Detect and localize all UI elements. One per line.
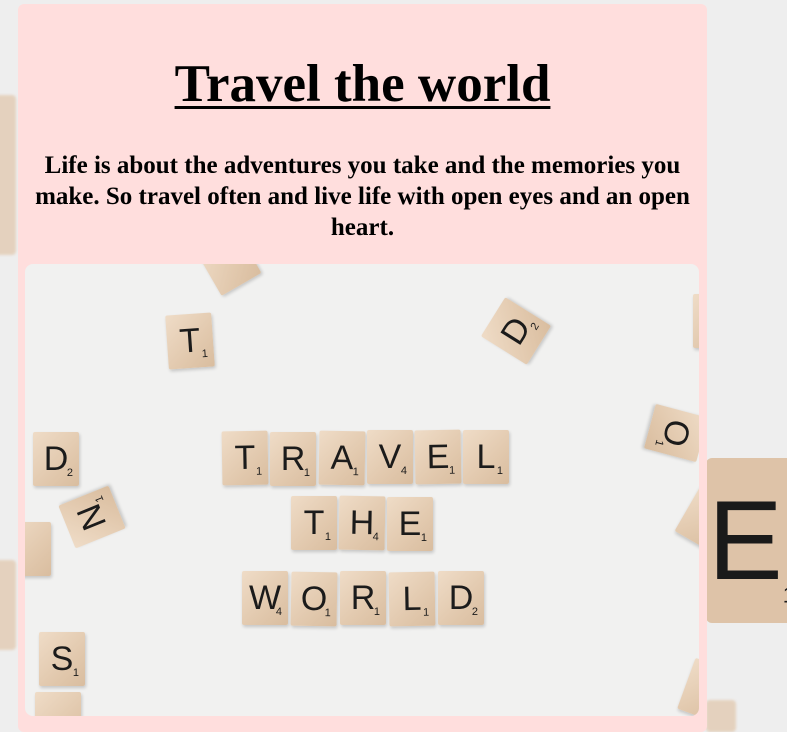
partial-tile bbox=[677, 657, 699, 716]
background-tile bbox=[706, 700, 736, 732]
travel-card: Travel the world Life is about the adven… bbox=[18, 4, 707, 732]
letter-tile: L1 bbox=[388, 571, 436, 627]
travel-quote: Life is about the adventures you take an… bbox=[35, 152, 690, 241]
letter-tile: E1 bbox=[387, 497, 433, 551]
page-title: Travel the world bbox=[174, 55, 551, 113]
letter-tile: T1 bbox=[221, 430, 269, 486]
partial-tile bbox=[693, 294, 699, 348]
letter-tile: D2 bbox=[438, 571, 484, 625]
scrabble-photo: T1 R1 A1 V4 E1 L1 T1 H4 E1 W4 O1 R1 L1 D… bbox=[25, 264, 699, 716]
letter-tile: V4 bbox=[367, 430, 413, 484]
letter-tile: W4 bbox=[242, 571, 288, 625]
background-tile bbox=[0, 95, 16, 255]
partial-tile bbox=[25, 522, 51, 576]
letter-tile: R1 bbox=[340, 571, 386, 625]
letter-tile: H4 bbox=[338, 495, 386, 551]
scattered-tile: N1 bbox=[58, 485, 126, 549]
background-tile-letter: E bbox=[708, 478, 783, 603]
letter-tile: L1 bbox=[463, 430, 509, 484]
letter-tile: O1 bbox=[290, 571, 338, 627]
scattered-tile: T1 bbox=[165, 312, 215, 370]
background-tile bbox=[0, 560, 16, 650]
partial-tile bbox=[674, 484, 699, 554]
letter-tile: A1 bbox=[318, 430, 366, 486]
scattered-tile: D2 bbox=[33, 432, 79, 486]
scattered-tile: D2 bbox=[480, 297, 552, 365]
partial-tile bbox=[194, 264, 262, 296]
letter-tile: T1 bbox=[291, 496, 337, 550]
scattered-tile: O1 bbox=[643, 403, 699, 463]
partial-tile bbox=[35, 692, 81, 716]
scattered-tile: S1 bbox=[39, 632, 85, 686]
letter-tile: E1 bbox=[414, 429, 462, 485]
background-letter-tile: E1 bbox=[706, 458, 787, 623]
background-tile-value: 1 bbox=[783, 582, 787, 607]
letter-tile: R1 bbox=[270, 432, 316, 486]
